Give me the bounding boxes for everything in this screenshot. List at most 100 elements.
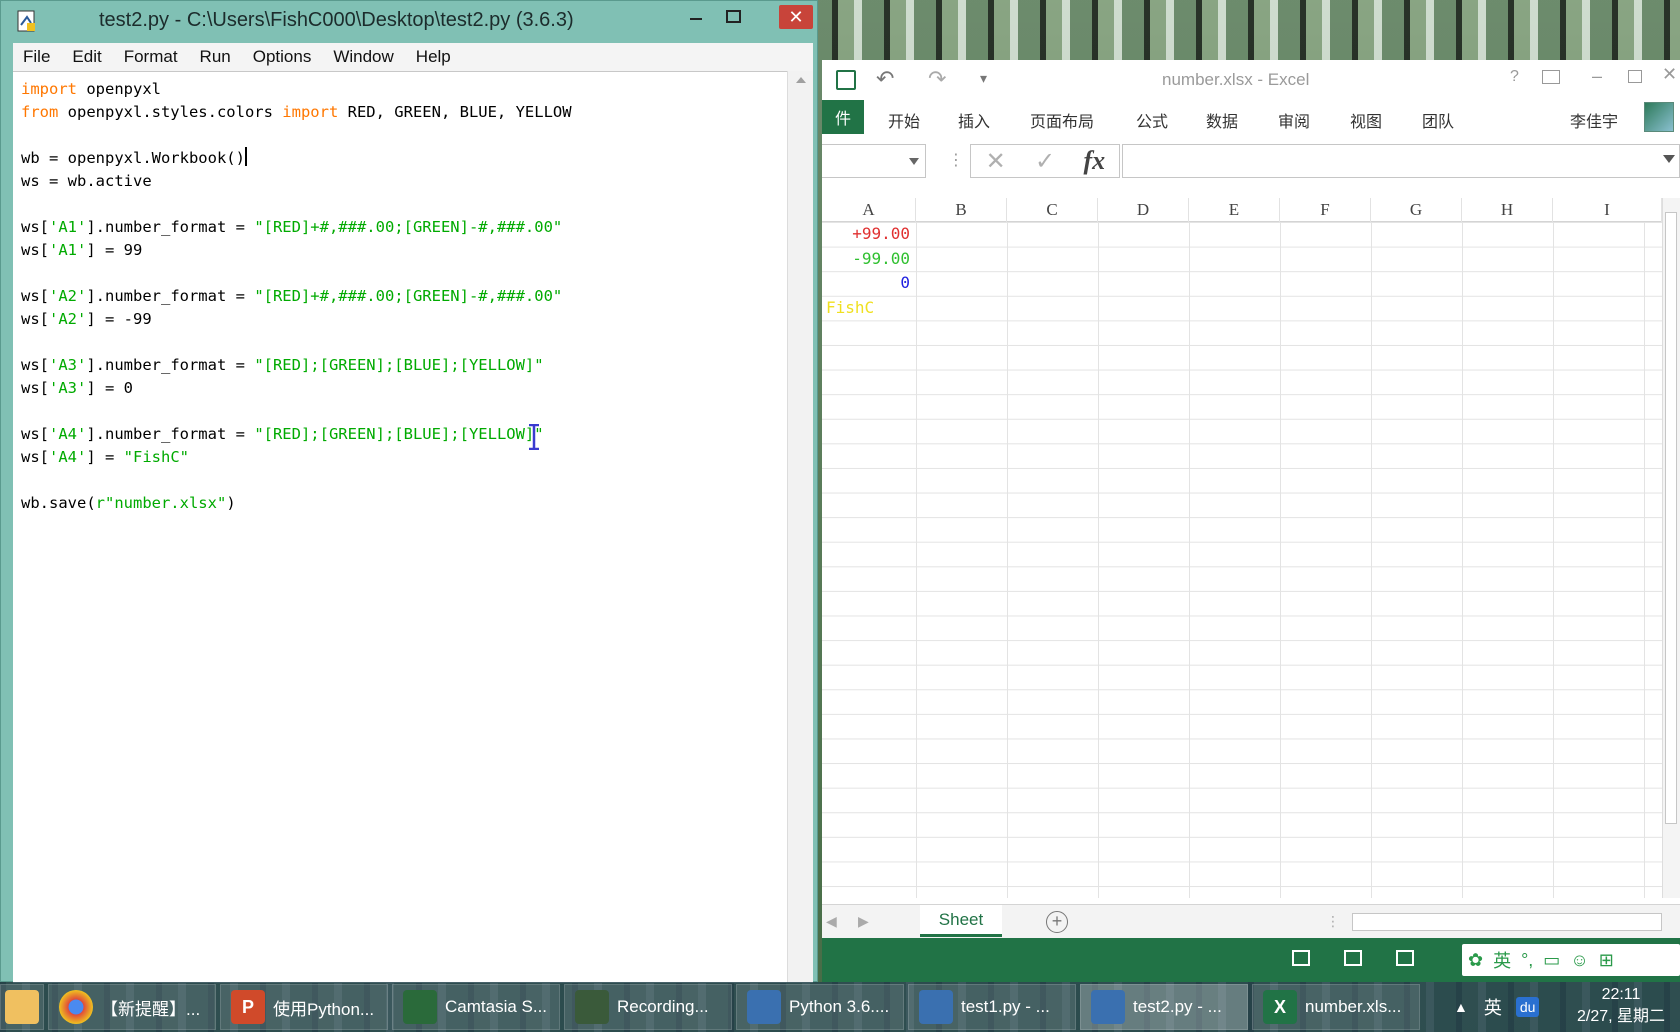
menu-format[interactable]: Format	[124, 47, 178, 67]
code-line[interactable]: ws['A3'] = 0	[21, 377, 572, 400]
ribbon-display-options-icon[interactable]	[1542, 70, 1560, 84]
save-icon[interactable]	[836, 70, 856, 90]
code-line[interactable]: from openpyxl.styles.colors import RED, …	[21, 101, 572, 124]
user-icon[interactable]: ☺	[1570, 950, 1588, 971]
column-header-e[interactable]: E	[1189, 198, 1280, 222]
keyboard-icon[interactable]: ▭	[1543, 950, 1560, 971]
maximize-button[interactable]	[719, 3, 749, 31]
taskbar-item-excel[interactable]: Xnumber.xls...	[1252, 984, 1420, 1030]
code-line[interactable]: ws['A2'] = -99	[21, 308, 572, 331]
column-header-h[interactable]: H	[1462, 198, 1553, 222]
name-box[interactable]	[822, 144, 926, 178]
menu-help[interactable]: Help	[416, 47, 451, 67]
menu-options[interactable]: Options	[253, 47, 312, 67]
code-line[interactable]	[21, 193, 572, 216]
ime-indicator[interactable]: 英	[1484, 994, 1502, 1020]
code-line[interactable]: ws['A4'].number_format = "[RED];[GREEN];…	[21, 423, 572, 446]
formula-bar-grip-icon[interactable]: ⋮	[948, 150, 964, 170]
scrollbar-thumb[interactable]	[1665, 212, 1677, 824]
taskbar-item-recording[interactable]: Recording...	[564, 984, 732, 1030]
code-line[interactable]: wb.save(r"number.xlsx")	[21, 492, 572, 515]
column-header-b[interactable]: B	[916, 198, 1007, 222]
cell-a2[interactable]: -99.00	[822, 247, 910, 271]
tab-file[interactable]: 件	[822, 100, 864, 134]
punctuation-icon[interactable]: °,	[1521, 950, 1533, 971]
column-header-c[interactable]: C	[1007, 198, 1098, 222]
tab-page-layout[interactable]: 页面布局	[1030, 108, 1094, 132]
paw-icon[interactable]: ✿	[1468, 950, 1483, 971]
vertical-scrollbar[interactable]	[1662, 198, 1680, 898]
column-header-d[interactable]: D	[1098, 198, 1189, 222]
menu-file[interactable]: File	[23, 47, 50, 67]
idle-titlebar[interactable]: test2.py - C:\Users\FishC000\Desktop\tes…	[1, 1, 819, 41]
expand-formula-bar-icon[interactable]	[1663, 155, 1675, 163]
clock[interactable]: 22:11 2/27, 星期二	[1562, 984, 1680, 1028]
code-editor[interactable]: import openpyxl from openpyxl.styles.colo…	[13, 71, 799, 983]
undo-icon[interactable]: ↶	[876, 66, 894, 92]
code-line[interactable]: ws['A3'].number_format = "[RED];[GREEN];…	[21, 354, 572, 377]
taskbar-item-python[interactable]: Python 3.6....	[736, 984, 904, 1030]
ime-toolbar[interactable]: ✿ 英 °, ▭ ☺ ⊞	[1462, 944, 1680, 976]
code-line[interactable]: ws['A1'] = 99	[21, 239, 572, 262]
add-sheet-icon[interactable]: +	[1046, 911, 1068, 933]
code-line[interactable]: import openpyxl	[21, 78, 572, 101]
file-explorer-button[interactable]	[0, 984, 44, 1030]
worksheet-grid[interactable]: ABCDEFGHI +99.00 -99.00 0 FishC	[822, 198, 1680, 898]
cells[interactable]	[822, 222, 1662, 898]
code-line[interactable]	[21, 262, 572, 285]
code-line[interactable]: ws = wb.active	[21, 170, 572, 193]
tab-insert[interactable]: 插入	[958, 108, 990, 132]
scroll-up-icon[interactable]	[796, 77, 806, 83]
customize-toolbar-icon[interactable]: ▾	[980, 70, 987, 87]
normal-view-icon[interactable]	[1292, 950, 1310, 966]
menu-window[interactable]: Window	[333, 47, 393, 67]
tab-split-grip-icon[interactable]: ⋮	[1326, 913, 1340, 930]
help-icon[interactable]: ?	[1510, 68, 1519, 86]
ime-mode-icon[interactable]: 英	[1493, 947, 1511, 973]
tab-formulas[interactable]: 公式	[1136, 108, 1168, 132]
taskbar-item-powerpoint[interactable]: P 使用Python...	[220, 984, 388, 1030]
excel-maximize-icon[interactable]	[1628, 70, 1642, 83]
cell-a3[interactable]: 0	[822, 271, 910, 295]
page-layout-view-icon[interactable]	[1344, 950, 1362, 966]
tab-review[interactable]: 审阅	[1278, 108, 1310, 132]
tab-data[interactable]: 数据	[1206, 108, 1238, 132]
editor-scrollbar[interactable]	[787, 71, 813, 983]
code-line[interactable]: ws['A1'].number_format = "[RED]+#,###.00…	[21, 216, 572, 239]
cancel-icon[interactable]: ✕	[971, 147, 1020, 176]
cell-a4[interactable]: FishC	[826, 296, 874, 320]
taskbar-item-python-idle[interactable]: test1.py - ...	[908, 984, 1076, 1030]
formula-input[interactable]	[1122, 144, 1680, 178]
tab-view[interactable]: 视图	[1350, 108, 1382, 132]
code-line[interactable]	[21, 331, 572, 354]
code-line[interactable]: ws['A4'] = "FishC"	[21, 446, 572, 469]
grid-menu-icon[interactable]: ⊞	[1599, 950, 1614, 971]
avatar[interactable]	[1644, 102, 1674, 132]
excel-close-icon[interactable]: ✕	[1662, 64, 1677, 85]
code-text[interactable]: import openpyxl from openpyxl.styles.colo…	[21, 78, 572, 515]
column-header-f[interactable]: F	[1280, 198, 1371, 222]
taskbar-item-camtasia[interactable]: Camtasia S...	[392, 984, 560, 1030]
code-line[interactable]	[21, 124, 572, 147]
column-header-a[interactable]: A	[822, 198, 916, 222]
redo-icon[interactable]: ↷	[928, 66, 946, 92]
enter-check-icon[interactable]: ✓	[1020, 147, 1069, 176]
tab-team[interactable]: 团队	[1422, 108, 1454, 132]
insert-function-icon[interactable]: fx	[1070, 146, 1119, 176]
horizontal-scrollbar[interactable]	[1352, 913, 1662, 931]
cell-a1[interactable]: +99.00	[822, 222, 910, 246]
excel-minimize-icon[interactable]: –	[1592, 66, 1602, 87]
baidu-icon[interactable]: du	[1515, 997, 1540, 1017]
code-line[interactable]: ws['A2'].number_format = "[RED]+#,###.00…	[21, 285, 572, 308]
code-line[interactable]	[21, 469, 572, 492]
sheet-next-icon[interactable]: ▶	[858, 913, 869, 930]
taskbar-item-python-idle[interactable]: test2.py - ...	[1080, 984, 1248, 1030]
code-line[interactable]: wb = openpyxl.Workbook()	[21, 147, 572, 170]
tab-home[interactable]: 开始	[888, 108, 920, 132]
chevron-down-icon[interactable]	[909, 158, 919, 165]
column-header-i[interactable]: I	[1553, 198, 1662, 222]
code-line[interactable]	[21, 400, 572, 423]
close-button[interactable]: ✕	[779, 5, 813, 29]
tray-expand-icon[interactable]: ▲	[1454, 999, 1468, 1015]
menu-run[interactable]: Run	[200, 47, 231, 67]
